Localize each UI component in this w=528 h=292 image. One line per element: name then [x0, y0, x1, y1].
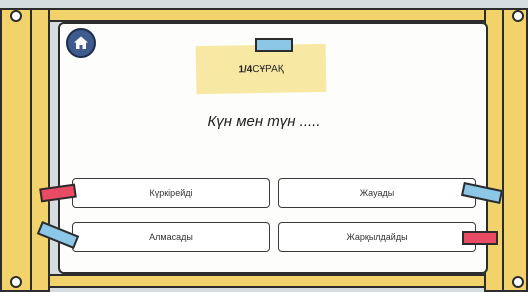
answer-option-2[interactable]: Жауады: [278, 178, 476, 208]
home-icon: [74, 36, 88, 49]
bolt-icon: [10, 276, 22, 288]
answer-option-1[interactable]: Күркірейді: [72, 178, 270, 208]
frame-left-inner-beam: [30, 8, 50, 292]
tape-decoration: [462, 231, 498, 245]
answer-option-3[interactable]: Алмасады: [72, 222, 270, 252]
home-button[interactable]: [66, 28, 96, 58]
question-label: СҰРАҚ: [252, 63, 284, 75]
bolt-icon: [512, 10, 524, 22]
frame-top-beam: [0, 8, 528, 22]
frame-bottom-beam: [0, 274, 528, 288]
question-text: Күн мен түн .....: [207, 113, 321, 130]
question-number: 1/4: [238, 63, 253, 75]
bolt-icon: [512, 276, 524, 288]
answer-option-4[interactable]: Жарқылдайды: [278, 222, 476, 252]
bolt-icon: [10, 10, 22, 22]
tape-decoration: [255, 38, 293, 52]
